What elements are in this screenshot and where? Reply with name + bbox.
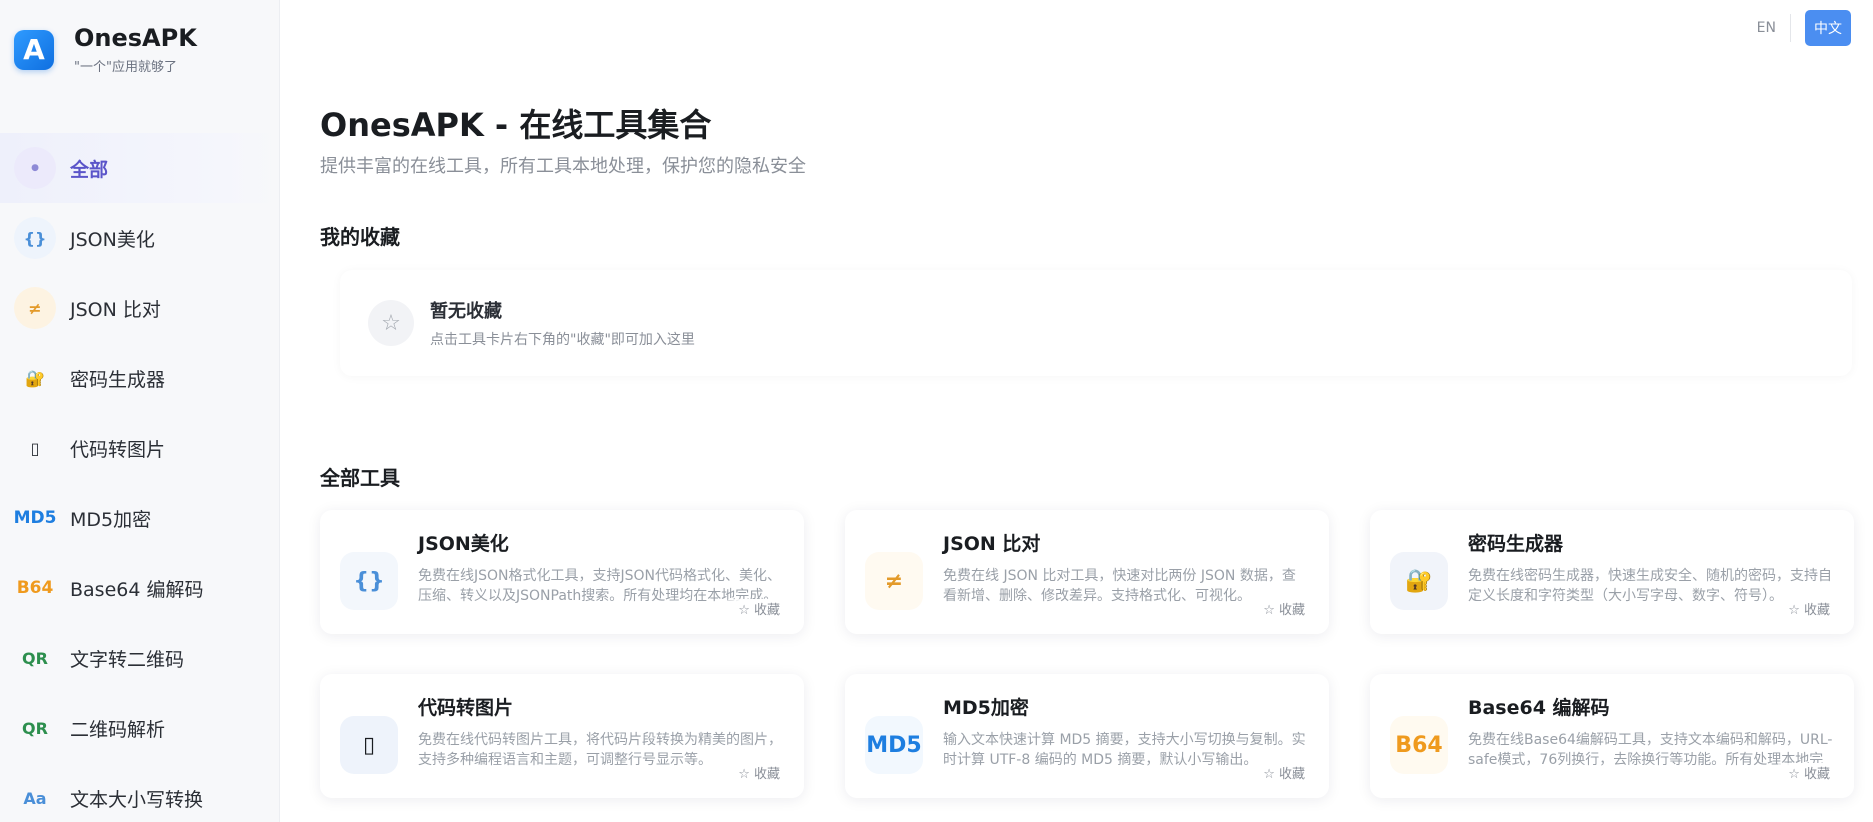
favorites-empty-desc: 点击工具卡片右下角的"收藏"即可加入这里 [430,332,695,348]
tool-card-body: 密码生成器 免费在线密码生成器，快速生成安全、随机的密码，支持自定义长度和字符类型… [1468,532,1834,634]
qr-scan-icon: QR [22,718,48,738]
sidebar-item-label: 全部 [70,158,109,181]
tool-card[interactable]: B64 Base64 编解码 免费在线Base64编解码工具，支持文本编码和解码，U… [1370,674,1854,798]
favorite-button[interactable]: ☆ 收藏 [728,763,780,782]
brand[interactable]: A OnesAPK "一个"应用就够了 [14,24,197,75]
tools-grid: {} JSON美化 免费在线JSON格式化工具，支持JSON代码格式化、美化、压缩、… [320,510,1854,798]
language-switch: EN 中文 [1743,10,1851,46]
tool-card[interactable]: 🔐 密码生成器 免费在线密码生成器，快速生成安全、随机的密码，支持自定义长度和字符类… [1370,510,1854,634]
favorites-empty-title: 暂无收藏 [430,301,502,322]
sidebar-item-label: Base64 编解码 [70,578,204,601]
brand-name: OnesAPK [74,24,197,52]
sidebar-item-7[interactable]: QR 文字转二维码 [0,623,279,693]
lang-zh-button[interactable]: 中文 [1805,10,1851,46]
tool-card-body: Base64 编解码 免费在线Base64编解码工具，支持文本编码和解码，URL-… [1468,696,1834,798]
tool-card-body: MD5加密 输入文本快速计算 MD5 摘要，支持大小写切换与复制。实时计算 UTF… [943,696,1309,798]
sidebar-item-label: JSON 比对 [70,298,161,321]
page-title: OnesAPK - 在线工具集合 [320,106,712,144]
brand-slogan: "一个"应用就够了 [74,60,177,75]
tool-card-title: JSON美化 [418,533,509,555]
favorite-button[interactable]: ☆ 收藏 [728,599,780,618]
sidebar-item-label: 代码转图片 [70,438,166,461]
favorites-section-title: 我的收藏 [320,225,400,249]
tool-card-body: JSON美化 免费在线JSON格式化工具，支持JSON代码格式化、美化、压缩、转义… [418,532,784,634]
app-logo-icon: A [14,29,54,70]
sidebar: A OnesAPK "一个"应用就够了 ● 全部 {} JSON美化 ≠ JSON 比对 🔐… [0,0,280,822]
all-dot-icon: ● [14,147,56,189]
sidebar-item-4[interactable]: ▯ 代码转图片 [0,413,279,483]
favorites-empty-text: 暂无收藏 点击工具卡片右下角的"收藏"即可加入这里 [430,297,695,349]
not-equal-icon: ≠ [865,552,923,610]
tool-card[interactable]: ▯ 代码转图片 免费在线代码转图片工具，将代码片段转换为精美的图片，支持多种编程语言… [320,674,804,798]
sidebar-item-6[interactable]: B64 Base64 编解码 [0,553,279,623]
sidebar-item-label: 密码生成器 [70,368,166,391]
sidebar-item-3[interactable]: 🔐 密码生成器 [0,343,279,413]
sidebar-item-label: 文本大小写转换 [70,788,204,811]
sidebar-item-1[interactable]: {} JSON美化 [0,203,279,273]
sidebar-nav: ● 全部 {} JSON美化 ≠ JSON 比对 🔐 密码生成器 ▯ 代码转图片 MD5 MD5加密 B… [0,133,279,822]
tool-card-title: MD5加密 [943,697,1029,719]
lock-key-icon: 🔐 [1390,552,1448,610]
b64-icon: B64 [16,578,54,598]
tool-card[interactable]: ≠ JSON 比对 免费在线 JSON 比对工具，快速对比两份 JSON 数据，查看… [845,510,1329,634]
tool-card-body: JSON 比对 免费在线 JSON 比对工具，快速对比两份 JSON 数据，查看新… [943,532,1309,634]
all-tools-section-title: 全部工具 [320,466,400,490]
favorite-button[interactable]: ☆ 收藏 [1253,599,1305,618]
favorites-empty-card: ☆ 暂无收藏 点击工具卡片右下角的"收藏"即可加入这里 [340,270,1852,376]
tool-card-title: Base64 编解码 [1468,697,1610,719]
favorite-button[interactable]: ☆ 收藏 [1253,763,1305,782]
b64-icon: B64 [1390,716,1448,774]
favorite-button[interactable]: ☆ 收藏 [1778,599,1830,618]
sidebar-item-label: 二维码解析 [70,718,166,741]
text-case-icon: Aa [23,788,47,808]
star-icon: ☆ [368,300,414,346]
md5-icon: MD5 [13,508,57,528]
code-image-icon: ▯ [30,438,40,458]
braces-icon: {} [14,217,56,259]
sidebar-item-8[interactable]: QR 二维码解析 [0,693,279,763]
sidebar-item-label: 文字转二维码 [70,648,185,671]
code-image-icon: ▯ [340,716,398,774]
sidebar-item-2[interactable]: ≠ JSON 比对 [0,273,279,343]
tool-card-title: JSON 比对 [943,533,1041,555]
page-subtitle: 提供丰富的在线工具，所有工具本地处理，保护您的隐私安全 [320,156,806,177]
braces-icon: {} [340,552,398,610]
tool-card-title: 代码转图片 [418,697,514,719]
tool-card-body: 代码转图片 免费在线代码转图片工具，将代码片段转换为精美的图片，支持多种编程语言和… [418,696,784,798]
sidebar-item-5[interactable]: MD5 MD5加密 [0,483,279,553]
qr-icon: QR [22,648,48,668]
sidebar-item-label: MD5加密 [70,508,152,531]
not-equal-icon: ≠ [14,287,56,329]
tool-card-title: 密码生成器 [1468,533,1564,555]
brand-text: OnesAPK "一个"应用就够了 [74,24,197,75]
lock-key-icon: 🔐 [25,368,45,388]
lang-en-button[interactable]: EN [1743,14,1791,42]
sidebar-item-9[interactable]: Aa 文本大小写转换 [0,763,279,822]
sidebar-item-0[interactable]: ● 全部 [0,133,279,203]
tool-card[interactable]: MD5 MD5加密 输入文本快速计算 MD5 摘要，支持大小写切换与复制。实时计算 … [845,674,1329,798]
sidebar-item-label: JSON美化 [70,228,155,251]
tool-card[interactable]: {} JSON美化 免费在线JSON格式化工具，支持JSON代码格式化、美化、压缩、… [320,510,804,634]
favorite-button[interactable]: ☆ 收藏 [1778,763,1830,782]
md5-icon: MD5 [865,716,923,774]
